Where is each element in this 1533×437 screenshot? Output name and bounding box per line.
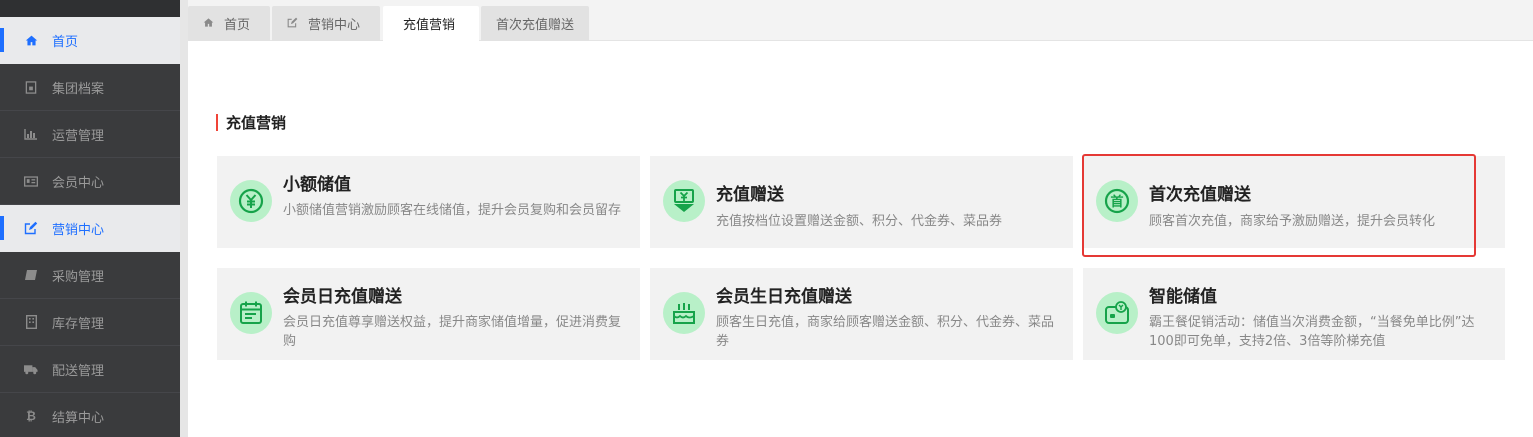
yuan-gift-icon xyxy=(663,180,705,222)
card-description: 小额储值营销激励顾客在线储值，提升会员复购和会员留存 xyxy=(283,203,622,218)
card-smart-stored-value[interactable]: 智能储值 霸王餐促销活动：储值当次消费金额，“当餐免单比例”达100即可免单，支… xyxy=(1083,268,1505,360)
card-title: 智能储值 xyxy=(1149,287,1217,307)
section-title: 充值营销 xyxy=(216,112,286,133)
tab-home[interactable]: 首页 xyxy=(188,6,270,41)
sidebar-item-label: 结算中心 xyxy=(52,410,105,426)
sidebar-item-label: 会员中心 xyxy=(52,175,105,191)
building-icon xyxy=(24,315,38,329)
bar-chart-icon xyxy=(24,127,38,141)
card-member-day-recharge[interactable]: 会员日充值赠送 会员日充值尊享赠送权益，提升商家储值增量，促进消费复购 xyxy=(217,268,640,360)
tab-first-recharge-gift[interactable]: 首次充值赠送 xyxy=(481,6,589,41)
sidebar-item-label: 集团档案 xyxy=(52,81,105,97)
card-small-stored-value[interactable]: 小额储值 小额储值营销激励顾客在线储值，提升会员复购和会员留存 xyxy=(217,156,640,248)
sidebar-item-label: 运营管理 xyxy=(52,128,105,144)
sidebar-item-label: 配送管理 xyxy=(52,363,105,379)
sidebar-item-group-archive[interactable]: 集团档案 xyxy=(0,64,180,111)
sidebar-item-members[interactable]: 会员中心 xyxy=(0,158,180,205)
file-icon xyxy=(24,80,38,94)
bitcoin-icon: ₿ xyxy=(26,409,36,423)
book-icon xyxy=(24,268,38,282)
sidebar-item-label: 库存管理 xyxy=(52,316,105,332)
card-title: 充值赠送 xyxy=(716,185,784,205)
tab-marketing-center[interactable]: 营销中心 xyxy=(272,6,380,41)
sidebar-item-settlement[interactable]: ₿ 结算中心 xyxy=(0,393,180,437)
edit-icon xyxy=(287,17,298,31)
sidebar: 首页 集团档案 运营管理 会员中心 营销中心 采购管理 库存管理 配送管理 ₿ … xyxy=(0,0,180,437)
sidebar-item-marketing[interactable]: 营销中心 xyxy=(0,205,180,252)
app: 首页 集团档案 运营管理 会员中心 营销中心 采购管理 库存管理 配送管理 ₿ … xyxy=(0,0,1533,437)
tab-label: 营销中心 xyxy=(308,18,361,33)
card-description: 霸王餐促销活动：储值当次消费金额，“当餐免单比例”达100即可免单，支持2倍、3… xyxy=(1149,315,1475,349)
tab-label: 首页 xyxy=(224,18,251,33)
main-content: 充值营销 小额储值 小额储值营销激励顾客在线储值，提升会员复购和会员留存 充值赠… xyxy=(188,41,1533,437)
sidebar-item-inventory[interactable]: 库存管理 xyxy=(0,299,180,346)
first-circle-icon: 首 xyxy=(1096,180,1138,222)
sidebar-item-delivery[interactable]: 配送管理 xyxy=(0,346,180,393)
sidebar-item-operations[interactable]: 运营管理 xyxy=(0,111,180,158)
tab-bar: 首页 营销中心 充值营销 首次充值赠送 xyxy=(188,0,1533,41)
card-first-recharge-gift[interactable]: 首 首次充值赠送 顾客首次充值，商家给予激励赠送，提升会员转化 xyxy=(1083,156,1505,248)
home-icon xyxy=(24,33,38,47)
id-card-icon xyxy=(24,174,38,188)
edit-icon xyxy=(24,221,38,235)
sidebar-item-home[interactable]: 首页 xyxy=(0,17,180,64)
cake-icon xyxy=(663,292,705,334)
card-title: 会员日充值赠送 xyxy=(283,287,402,307)
calendar-icon xyxy=(230,292,272,334)
card-title: 小额储值 xyxy=(283,175,351,195)
card-member-birthday-recharge[interactable]: 会员生日充值赠送 顾客生日充值，商家给顾客赠送金额、积分、代金券、菜品券 xyxy=(650,268,1073,360)
sidebar-item-label: 首页 xyxy=(52,34,79,50)
card-description: 顾客生日充值，商家给顾客赠送金额、积分、代金券、菜品券 xyxy=(716,315,1055,349)
card-description: 顾客首次充值，商家给予激励赠送，提升会员转化 xyxy=(1149,214,1436,229)
card-title: 首次充值赠送 xyxy=(1149,185,1251,205)
sidebar-header xyxy=(0,0,180,17)
card-recharge-gift[interactable]: 充值赠送 充值按档位设置赠送金额、积分、代金券、菜品券 xyxy=(650,156,1073,248)
card-title: 会员生日充值赠送 xyxy=(716,287,852,307)
yuan-circle-icon xyxy=(230,180,272,222)
tab-recharge-marketing[interactable]: 充值营销 xyxy=(383,6,479,41)
home-icon xyxy=(203,17,214,31)
sidebar-item-label: 采购管理 xyxy=(52,269,105,285)
tab-label: 充值营销 xyxy=(403,18,456,33)
card-description: 充值按档位设置赠送金额、积分、代金券、菜品券 xyxy=(716,214,1003,229)
card-description: 会员日充值尊享赠送权益，提升商家储值增量，促进消费复购 xyxy=(283,315,622,349)
tab-label: 首次充值赠送 xyxy=(496,18,575,33)
sidebar-divider xyxy=(180,0,188,437)
smart-wallet-icon xyxy=(1096,292,1138,334)
sidebar-item-label: 营销中心 xyxy=(52,222,105,238)
truck-icon xyxy=(24,362,38,376)
sidebar-item-purchasing[interactable]: 采购管理 xyxy=(0,252,180,299)
svg-text:首: 首 xyxy=(1110,194,1123,210)
